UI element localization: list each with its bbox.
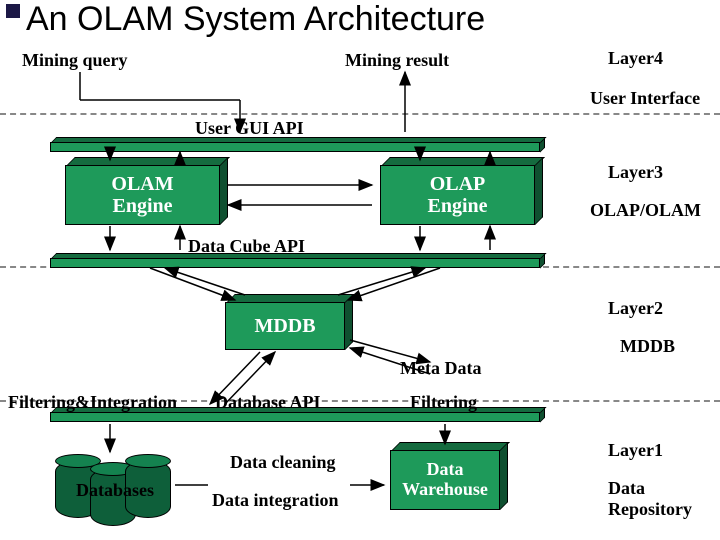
box-olam-engine: OLAM Engine	[65, 165, 220, 225]
label-filtering: Filtering	[410, 392, 477, 413]
layer3-name: Layer3	[608, 162, 663, 183]
box-data-warehouse: Data Warehouse	[390, 450, 500, 510]
slide-title: An OLAM System Architecture	[26, 0, 485, 39]
layer4-name: Layer4	[608, 48, 663, 69]
label-data-cleaning: Data cleaning	[230, 452, 336, 473]
label-mining-result: Mining result	[345, 50, 449, 71]
data-warehouse-text: Data Warehouse	[402, 460, 488, 500]
label-data-integration: Data integration	[212, 490, 338, 511]
label-user-gui-api: User GUI API	[195, 118, 304, 139]
bar-user-gui-api	[50, 142, 540, 152]
box-mddb: MDDB	[225, 302, 345, 350]
olam-engine-text: OLAM Engine	[111, 173, 173, 217]
layer3-desc: OLAP/OLAM	[590, 200, 701, 221]
label-filtering-integration: Filtering&Integration	[8, 392, 177, 413]
mddb-text: MDDB	[254, 315, 315, 337]
label-data-cube-api: Data Cube API	[188, 236, 305, 257]
layer2-desc: MDDB	[620, 336, 675, 357]
bar-database-api	[50, 412, 540, 422]
label-mining-query: Mining query	[22, 50, 128, 71]
bar-data-cube-api	[50, 258, 540, 268]
olap-engine-text: OLAP Engine	[427, 173, 487, 217]
label-databases: Databases	[60, 480, 170, 501]
bullet-icon	[6, 4, 20, 18]
box-olap-engine: OLAP Engine	[380, 165, 535, 225]
layer4-desc: User Interface	[590, 88, 700, 109]
label-meta-data: Meta Data	[400, 358, 481, 379]
layer1-name: Layer1	[608, 440, 663, 461]
layer2-name: Layer2	[608, 298, 663, 319]
separator-1	[0, 113, 720, 115]
layer1-desc: Data Repository	[608, 478, 708, 520]
label-database-api: Database API	[215, 392, 321, 413]
